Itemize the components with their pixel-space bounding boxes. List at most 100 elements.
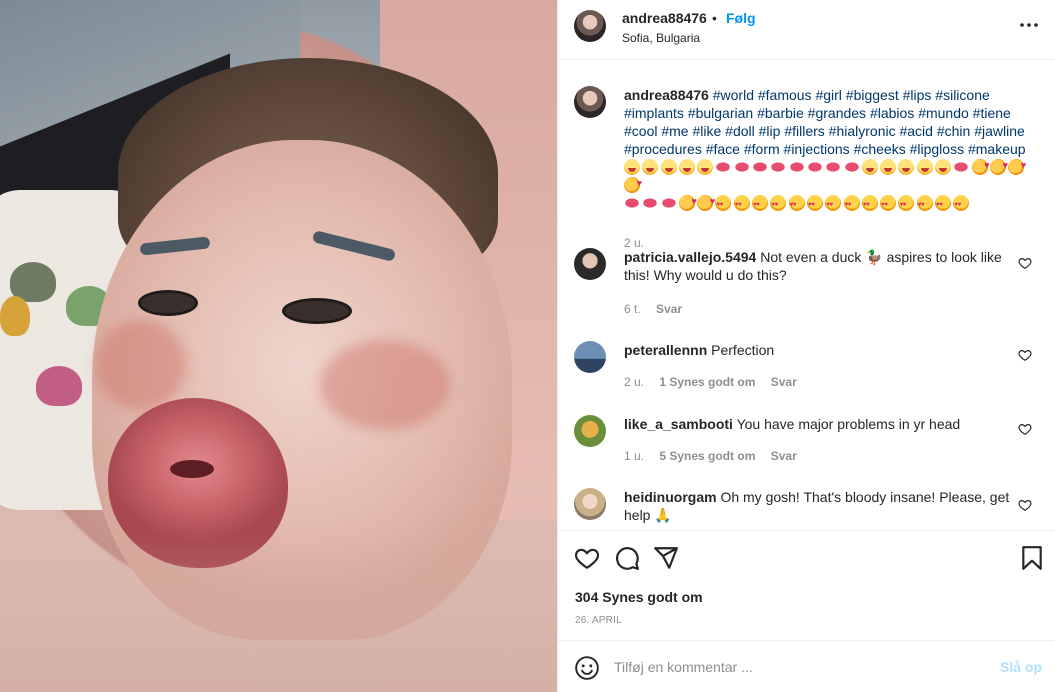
photo-mouth bbox=[170, 460, 214, 478]
heart-eyes-emoji-icon bbox=[733, 195, 750, 214]
comment-time[interactable]: 2 u. bbox=[624, 375, 644, 389]
comment-text: heidinuorgam Oh my gosh! That's bloody i… bbox=[624, 488, 1014, 524]
follow-button[interactable]: Følg bbox=[726, 10, 756, 26]
caption-text: andrea88476 #world #famous #girl #bigges… bbox=[624, 86, 1044, 214]
reply-button[interactable]: Svar bbox=[656, 302, 682, 316]
hug-emoji-icon bbox=[624, 174, 642, 193]
heart-eyes-emoji-icon bbox=[916, 195, 933, 214]
photo-eye bbox=[282, 298, 352, 324]
zany-emoji-icon bbox=[624, 159, 640, 175]
hug-emoji-icon bbox=[971, 156, 990, 175]
commenter-avatar[interactable] bbox=[574, 415, 606, 447]
commenter-username[interactable]: patricia.vallejo.5494 bbox=[624, 249, 756, 265]
post-side-panel: andrea88476 • Følg Sofia, Bulgaria andre… bbox=[557, 0, 1055, 692]
hug-emoji-icon bbox=[697, 192, 715, 211]
commenter-avatar[interactable] bbox=[574, 341, 606, 373]
share-icon[interactable] bbox=[653, 545, 679, 571]
photo-eye bbox=[138, 290, 198, 316]
lips-emoji-icon bbox=[770, 159, 787, 175]
heart-eyes-emoji-icon bbox=[825, 195, 842, 214]
post-comment-button[interactable]: Slå op bbox=[1000, 659, 1042, 675]
zany-emoji-icon bbox=[916, 159, 933, 175]
lips-emoji-icon bbox=[715, 159, 732, 175]
comment-heart-icon[interactable] bbox=[1018, 498, 1032, 512]
lips-emoji-icon bbox=[752, 159, 769, 175]
lips-emoji-icon bbox=[825, 159, 842, 175]
butterfly-print bbox=[0, 296, 30, 336]
heart-eyes-emoji-icon bbox=[752, 195, 769, 214]
hug-emoji-icon bbox=[989, 156, 1008, 175]
comment-text: peterallennn Perfection bbox=[624, 341, 1014, 359]
caption-author-avatar[interactable] bbox=[574, 86, 606, 118]
photo-cheek bbox=[96, 320, 186, 410]
heart-eyes-emoji-icon bbox=[953, 195, 970, 214]
zany-emoji-icon bbox=[861, 159, 878, 175]
add-comment-bar: Slå op bbox=[558, 640, 1055, 692]
zany-emoji-icon bbox=[678, 159, 695, 175]
comment-time[interactable]: 1 u. bbox=[624, 449, 644, 463]
zany-emoji-icon bbox=[898, 159, 915, 175]
comment-likes[interactable]: 5 Synes godt om bbox=[659, 449, 755, 463]
lips-emoji-icon bbox=[843, 159, 860, 175]
more-options-icon[interactable] bbox=[1018, 18, 1040, 32]
zany-emoji-icon bbox=[935, 159, 952, 175]
commenter-username[interactable]: like_a_sambooti bbox=[624, 416, 733, 432]
author-username[interactable]: andrea88476 bbox=[622, 10, 707, 26]
comments-list[interactable]: andrea88476 #world #famous #girl #bigges… bbox=[558, 60, 1055, 530]
commenter-avatar[interactable] bbox=[574, 248, 606, 280]
lips-emoji-icon bbox=[788, 159, 805, 175]
lips-emoji-icon bbox=[660, 195, 677, 211]
hug-emoji-icon bbox=[1008, 156, 1026, 175]
post-date[interactable]: 26. APRIL bbox=[575, 615, 622, 626]
commenter-avatar[interactable] bbox=[574, 488, 606, 520]
heart-eyes-emoji-icon bbox=[806, 195, 823, 214]
lips-emoji-icon bbox=[953, 159, 970, 175]
comment-likes[interactable]: 1 Synes godt om bbox=[659, 375, 755, 389]
bookmark-icon[interactable] bbox=[1019, 545, 1045, 571]
commenter-username[interactable]: heidinuorgam bbox=[624, 489, 717, 505]
post-header: andrea88476 • Følg Sofia, Bulgaria bbox=[558, 0, 1055, 60]
heart-icon[interactable] bbox=[574, 545, 600, 571]
photo-shading bbox=[0, 532, 557, 692]
comment-time[interactable]: 6 t. bbox=[624, 302, 641, 316]
heart-eyes-emoji-icon bbox=[715, 195, 732, 214]
post-photo[interactable] bbox=[0, 0, 557, 692]
heart-eyes-emoji-icon bbox=[843, 195, 860, 214]
heart-eyes-emoji-icon bbox=[935, 195, 952, 214]
commenter-username[interactable]: peterallennn bbox=[624, 342, 707, 358]
comment-input[interactable] bbox=[614, 653, 984, 681]
comment-meta: 1 u. 5 Synes godt om Svar bbox=[624, 449, 809, 463]
heart-eyes-emoji-icon bbox=[880, 195, 897, 214]
comment-body: You have major problems in yr head bbox=[736, 416, 961, 432]
comment-heart-icon[interactable] bbox=[1018, 256, 1032, 270]
hug-emoji-icon bbox=[678, 192, 697, 211]
zany-emoji-icon bbox=[642, 159, 659, 175]
comment-heart-icon[interactable] bbox=[1018, 422, 1032, 436]
comment-text: like_a_sambooti You have major problems … bbox=[624, 415, 1014, 433]
comment-text: patricia.vallejo.5494 Not even a duck 🦆 … bbox=[624, 248, 1014, 284]
heart-eyes-emoji-icon bbox=[898, 195, 915, 214]
comment-body: Perfection bbox=[711, 342, 775, 358]
likes-count[interactable]: 304 Synes godt om bbox=[575, 589, 703, 605]
photo-cheek bbox=[320, 340, 450, 430]
lips-emoji-icon bbox=[624, 195, 640, 211]
emoji-smiley-icon[interactable] bbox=[574, 655, 600, 681]
caption-emoji-line bbox=[624, 192, 1044, 214]
lips-emoji-icon bbox=[642, 195, 659, 211]
reply-button[interactable]: Svar bbox=[771, 449, 797, 463]
comment-heart-icon[interactable] bbox=[1018, 348, 1032, 362]
comment-meta: 2 u. 1 Synes godt om Svar bbox=[624, 375, 809, 389]
post-location[interactable]: Sofia, Bulgaria bbox=[622, 31, 700, 45]
comment-meta: 6 t. Svar bbox=[624, 302, 694, 316]
caption-username[interactable]: andrea88476 bbox=[624, 87, 709, 103]
reply-button[interactable]: Svar bbox=[771, 375, 797, 389]
heart-eyes-emoji-icon bbox=[861, 195, 878, 214]
heart-eyes-emoji-icon bbox=[770, 195, 787, 214]
zany-emoji-icon bbox=[880, 159, 897, 175]
comment-icon[interactable] bbox=[614, 545, 640, 571]
caption-emoji-line bbox=[624, 156, 1044, 194]
post-actions: 304 Synes godt om 26. APRIL bbox=[558, 530, 1055, 640]
butterfly-print bbox=[36, 366, 82, 406]
author-avatar[interactable] bbox=[574, 10, 606, 42]
separator-dot: • bbox=[712, 10, 717, 26]
